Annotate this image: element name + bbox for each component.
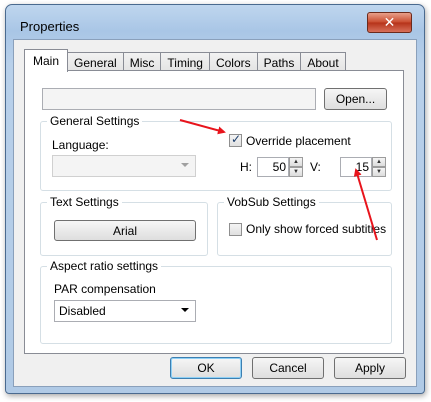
chevron-down-icon (181, 163, 189, 167)
properties-window: Properties ✕ Main General Misc Timing Co… (5, 4, 425, 394)
close-button[interactable]: ✕ (367, 12, 412, 33)
v-label: V: (310, 160, 321, 174)
down-arrow-icon: ▼ (376, 169, 382, 175)
tab-about[interactable]: About (300, 52, 346, 72)
text-settings-title: Text Settings (47, 195, 122, 209)
language-label: Language: (52, 138, 109, 152)
tab-paths[interactable]: Paths (256, 52, 302, 72)
cancel-button[interactable]: Cancel (252, 357, 324, 379)
tab-timing[interactable]: Timing (160, 52, 210, 72)
h-spinner[interactable]: 50 ▲ ▼ (257, 157, 303, 177)
down-arrow-icon: ▼ (293, 169, 299, 175)
ok-button[interactable]: OK (170, 357, 242, 379)
forced-subtitles-label: Only show forced subtitles (246, 222, 387, 236)
language-dropdown (52, 155, 196, 177)
up-arrow-icon: ▲ (293, 159, 299, 165)
tab-strip: Main General Misc Timing Colors Paths Ab… (24, 49, 346, 72)
chevron-down-icon (181, 308, 189, 312)
file-path-input[interactable] (42, 88, 316, 110)
override-placement-checkbox[interactable]: ✓ (229, 132, 242, 147)
h-value-input[interactable]: 50 (257, 157, 289, 177)
v-decrement-button[interactable]: ▼ (372, 167, 386, 177)
v-value-input[interactable]: 15 (340, 157, 372, 177)
tab-general[interactable]: General (67, 52, 124, 72)
h-label: H: (240, 160, 252, 174)
vobsub-settings-title: VobSub Settings (224, 195, 319, 209)
general-settings-title: General Settings (47, 114, 143, 128)
close-icon: ✕ (383, 14, 396, 30)
aspect-ratio-title: Aspect ratio settings (47, 259, 162, 273)
v-spinner[interactable]: 15 ▲ ▼ (340, 157, 386, 177)
window-title: Properties (20, 19, 80, 34)
font-button[interactable]: Arial (54, 220, 196, 241)
v-increment-button[interactable]: ▲ (372, 157, 386, 167)
checkmark-icon: ✓ (231, 132, 242, 146)
tab-misc[interactable]: Misc (122, 52, 162, 72)
par-compensation-value: Disabled (59, 304, 106, 318)
up-arrow-icon: ▲ (376, 159, 382, 165)
forced-subtitles-checkbox[interactable] (229, 223, 242, 236)
dialog-client-area: Main General Misc Timing Colors Paths Ab… (13, 39, 417, 387)
h-decrement-button[interactable]: ▼ (289, 167, 303, 177)
apply-button[interactable]: Apply (334, 357, 406, 379)
h-increment-button[interactable]: ▲ (289, 157, 303, 167)
tab-colors[interactable]: Colors (208, 52, 258, 72)
open-button[interactable]: Open... (324, 88, 387, 110)
par-compensation-label: PAR compensation (54, 282, 156, 296)
tab-main[interactable]: Main (24, 49, 69, 72)
par-compensation-dropdown[interactable]: Disabled (54, 300, 196, 322)
override-placement-label: Override placement (246, 134, 351, 148)
